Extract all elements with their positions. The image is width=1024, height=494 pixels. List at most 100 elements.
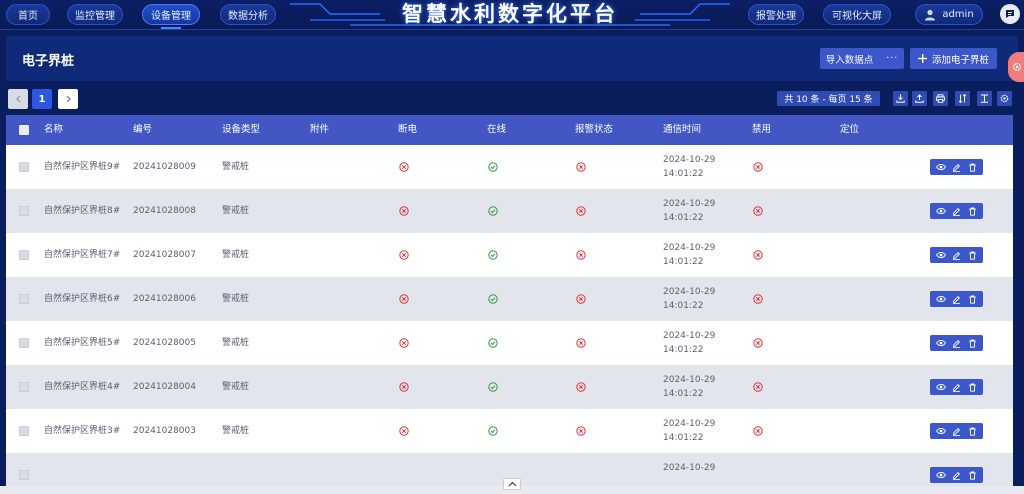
row-checkbox[interactable] [19, 294, 29, 304]
collapse-toggle[interactable] [503, 478, 521, 490]
column-settings-button[interactable] [997, 91, 1012, 106]
online-status-check-icon [488, 162, 498, 172]
edit-icon[interactable] [951, 426, 961, 436]
text-format-button[interactable] [977, 91, 992, 106]
edit-icon[interactable] [951, 162, 961, 172]
table-row[interactable]: 自然保护区界桩5# 20241028005 警戒桩 2024-10-29 14:01:2… [6, 321, 1013, 365]
view-icon[interactable] [935, 162, 946, 172]
user-menu[interactable]: admin [915, 4, 983, 25]
view-icon[interactable] [935, 250, 946, 260]
row-checkbox[interactable] [19, 338, 29, 348]
edit-icon[interactable] [951, 338, 961, 348]
view-icon[interactable] [935, 470, 946, 480]
view-icon[interactable] [935, 426, 946, 436]
delete-icon[interactable] [967, 162, 977, 172]
row-checkbox[interactable] [19, 206, 29, 216]
cell-code: 20241028008 [133, 206, 196, 216]
table-row[interactable]: 自然保护区界桩7# 20241028007 警戒桩 2024-10-29 14:01:2… [6, 233, 1013, 277]
col-device-type[interactable]: 设备类型 [222, 115, 260, 145]
power-off-status-cross-icon [399, 338, 409, 348]
row-checkbox[interactable] [19, 470, 29, 480]
nav-monitoring[interactable]: 监控管理 [67, 4, 123, 25]
download-button[interactable] [893, 91, 908, 106]
comm-date: 2024-10-29 [663, 199, 716, 209]
edit-icon[interactable] [951, 250, 961, 260]
delete-icon[interactable] [967, 470, 977, 480]
select-all-checkbox[interactable] [19, 125, 29, 135]
cell-name: 自然保护区界桩7# [44, 250, 121, 260]
more-options-icon[interactable]: ··· [886, 53, 898, 64]
cell-name: 自然保护区界桩3# [44, 426, 121, 436]
import-data-button[interactable]: 导入数据点 ··· [820, 48, 904, 69]
view-icon[interactable] [935, 294, 946, 304]
edit-icon[interactable] [951, 294, 961, 304]
cell-code: 20241028004 [133, 382, 196, 392]
row-checkbox[interactable] [19, 382, 29, 392]
view-icon[interactable] [935, 382, 946, 392]
nav-home[interactable]: 首页 [6, 4, 50, 25]
upload-button[interactable] [912, 91, 927, 106]
delete-icon[interactable] [967, 294, 977, 304]
col-power-off[interactable]: 断电 [398, 115, 417, 145]
table-row[interactable]: 自然保护区界桩9# 20241028009 警戒桩 2024-10-29 14:01:2… [6, 145, 1013, 189]
row-actions [930, 159, 983, 175]
online-status-check-icon [488, 426, 498, 436]
row-actions [930, 423, 983, 439]
row-actions [930, 291, 983, 307]
cell-device-type: 警戒桩 [222, 294, 250, 304]
cell-device-type: 警戒桩 [222, 250, 250, 260]
prev-page-button[interactable] [8, 89, 28, 109]
col-disabled[interactable]: 禁用 [752, 115, 771, 145]
delete-icon[interactable] [967, 338, 977, 348]
theme-settings-tab[interactable] [1008, 52, 1024, 82]
message-icon[interactable] [1000, 4, 1020, 24]
nav-alarm-handling[interactable]: 报警处理 [748, 4, 804, 25]
col-alarm-status[interactable]: 报警状态 [575, 115, 613, 145]
table-row[interactable]: 自然保护区界桩8# 20241028008 警戒桩 2024-10-29 14:01:2… [6, 189, 1013, 233]
delete-icon[interactable] [967, 382, 977, 392]
cell-device-type: 警戒桩 [222, 382, 250, 392]
view-icon[interactable] [935, 338, 946, 348]
right-edge [1018, 30, 1024, 486]
col-code[interactable]: 编号 [133, 115, 152, 145]
nav-visual-screen[interactable]: 可视化大屏 [823, 4, 891, 25]
col-name[interactable]: 名称 [44, 115, 63, 145]
table-row[interactable]: 自然保护区界桩3# 20241028003 警戒桩 2024-10-29 14:01:2… [6, 409, 1013, 453]
comm-date: 2024-10-29 [663, 419, 716, 429]
next-page-button[interactable] [58, 89, 78, 109]
row-checkbox[interactable] [19, 250, 29, 260]
comm-time: 14:01:22 [663, 213, 704, 223]
row-checkbox[interactable] [19, 162, 29, 172]
table-row[interactable]: 自然保护区界桩6# 20241028006 警戒桩 2024-10-29 14:01:2… [6, 277, 1013, 321]
view-icon[interactable] [935, 206, 946, 216]
alarm-status-cross-icon [576, 162, 586, 172]
add-boundary-pile-button[interactable]: 添加电子界桩 [910, 48, 997, 69]
edit-icon[interactable] [951, 382, 961, 392]
table-row[interactable]: 自然保护区界桩4# 20241028004 警戒桩 2024-10-29 14:01:2… [6, 365, 1013, 409]
page-number-button[interactable]: 1 [32, 89, 52, 109]
gear-icon [1012, 62, 1022, 72]
edit-icon[interactable] [951, 206, 961, 216]
cell-code: 20241028007 [133, 250, 196, 260]
nav-data-analysis[interactable]: 数据分析 [220, 4, 276, 25]
col-online[interactable]: 在线 [487, 115, 506, 145]
user-icon [925, 9, 936, 20]
page-header-panel: 电子界桩 导入数据点 ··· 添加电子界桩 [6, 36, 1018, 81]
delete-icon[interactable] [967, 206, 977, 216]
online-status-check-icon [488, 294, 498, 304]
comm-date: 2024-10-29 [663, 331, 716, 341]
delete-icon[interactable] [967, 426, 977, 436]
print-button[interactable] [933, 91, 948, 106]
sort-button[interactable] [955, 91, 970, 106]
nav-device-management[interactable]: 设备管理 [142, 4, 200, 29]
plus-icon [917, 54, 927, 63]
delete-icon[interactable] [967, 250, 977, 260]
col-location[interactable]: 定位 [840, 115, 859, 145]
chevron-right-icon [66, 95, 71, 103]
col-attachment[interactable]: 附件 [310, 115, 329, 145]
row-checkbox[interactable] [19, 426, 29, 436]
cell-name: 自然保护区界桩8# [44, 206, 121, 216]
col-comm-time[interactable]: 通信时间 [663, 115, 701, 145]
edit-icon[interactable] [951, 470, 961, 480]
alarm-status-cross-icon [576, 426, 586, 436]
